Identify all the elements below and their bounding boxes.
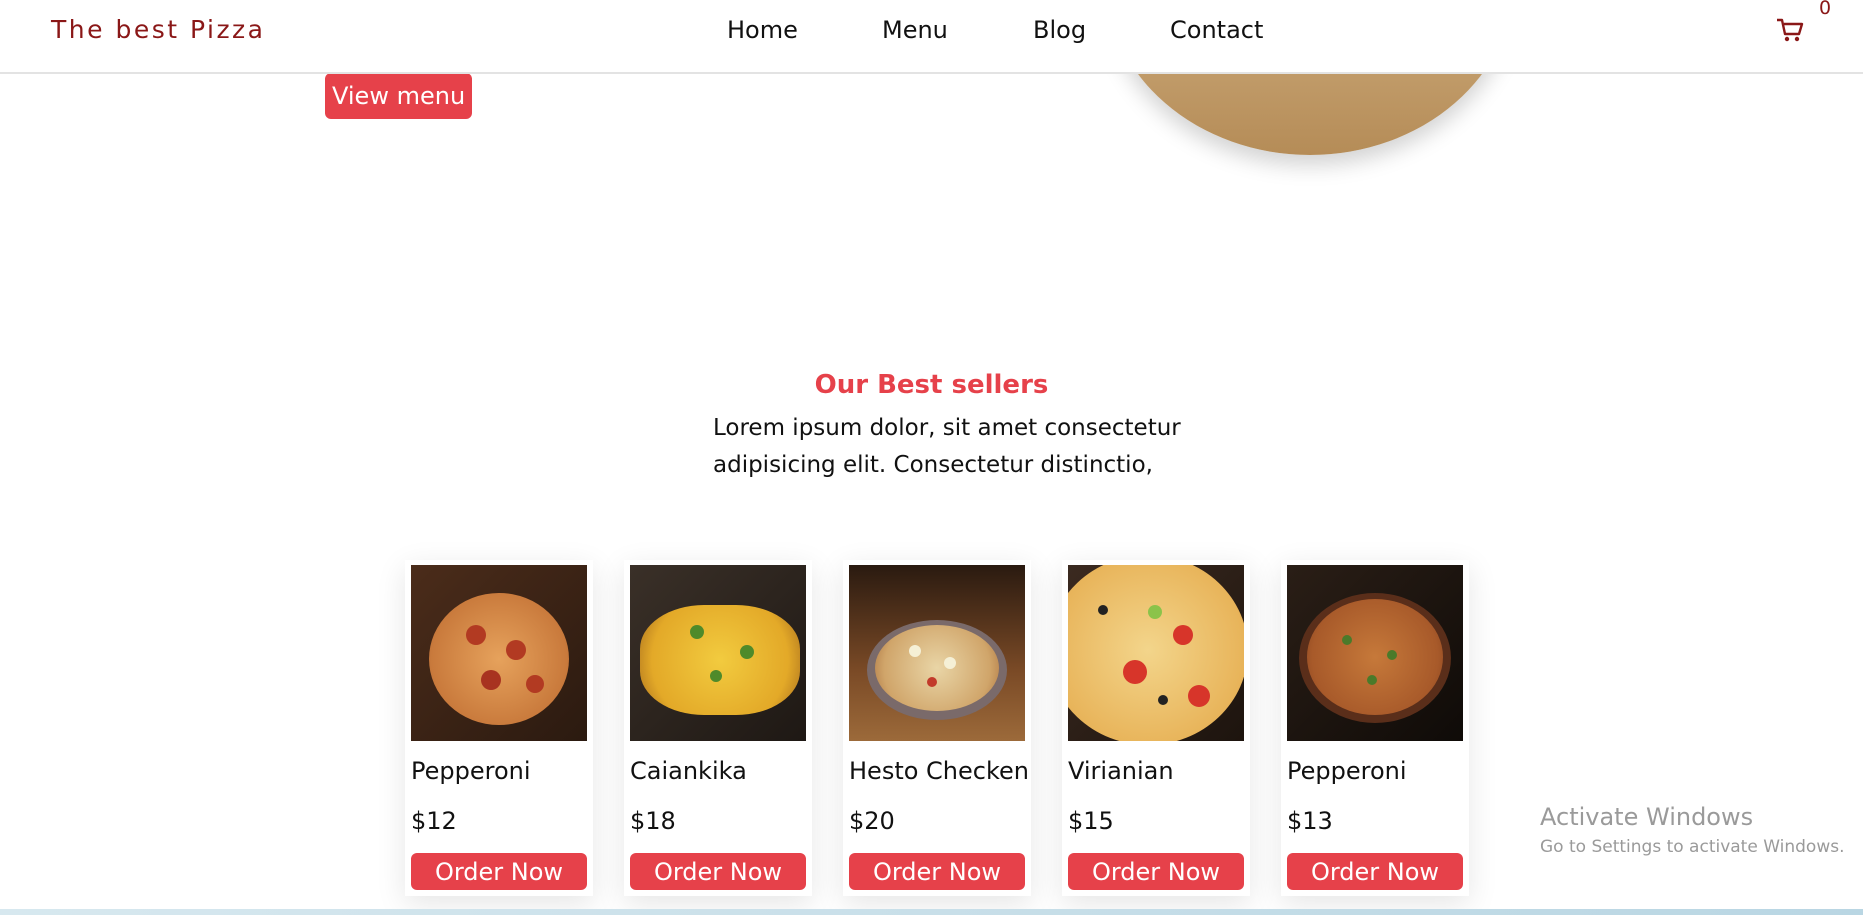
- order-now-button[interactable]: Order Now: [1068, 853, 1244, 890]
- product-price: $15: [1068, 807, 1114, 835]
- product-image: [630, 565, 806, 741]
- product-card-caiankika: Caiankika $18 Order Now: [624, 560, 812, 896]
- view-menu-button[interactable]: View menu: [325, 73, 473, 119]
- site-header: The best Pizza Home Menu Blog Contact 0: [0, 0, 1863, 74]
- product-name: Pepperoni: [1287, 757, 1407, 785]
- description-line-1: Lorem ipsum dolor, sit amet consectetur: [713, 415, 1181, 441]
- order-now-button[interactable]: Order Now: [411, 853, 587, 890]
- nav-menu[interactable]: Menu: [882, 16, 948, 44]
- nav-home[interactable]: Home: [727, 16, 798, 44]
- taskbar-edge: [0, 909, 1863, 915]
- brand-logo[interactable]: The best Pizza: [51, 15, 266, 44]
- product-price: $18: [630, 807, 676, 835]
- order-now-button[interactable]: Order Now: [1287, 853, 1463, 890]
- product-card-hesto-checken: Hesto Checken $20 Order Now: [843, 560, 1031, 896]
- product-card-pepperoni-2: Pepperoni $13 Order Now: [1281, 560, 1469, 896]
- nav-contact[interactable]: Contact: [1170, 16, 1263, 44]
- product-price: $13: [1287, 807, 1333, 835]
- product-name: Pepperoni: [411, 757, 531, 785]
- description-line-2: adipisicing elit. Consectetur distinctio…: [713, 452, 1153, 478]
- product-image: [849, 565, 1025, 741]
- product-name: Caiankika: [630, 757, 747, 785]
- product-image: [1287, 565, 1463, 741]
- cart-icon[interactable]: [1775, 16, 1805, 44]
- product-card-pepperoni: Pepperoni $12 Order Now: [405, 560, 593, 896]
- cart-count-badge: 0: [1819, 0, 1832, 19]
- product-name: Hesto Checken: [849, 757, 1029, 785]
- best-sellers-description: Lorem ipsum dolor, sit amet consectetur …: [713, 410, 1233, 484]
- product-image: [411, 565, 587, 741]
- activate-windows-subtitle: Go to Settings to activate Windows.: [1540, 837, 1845, 857]
- product-card-virianian: Virianian $15 Order Now: [1062, 560, 1250, 896]
- product-price: $20: [849, 807, 895, 835]
- product-price: $12: [411, 807, 457, 835]
- order-now-button[interactable]: Order Now: [630, 853, 806, 890]
- product-image: [1068, 565, 1244, 741]
- nav-blog[interactable]: Blog: [1033, 16, 1086, 44]
- order-now-button[interactable]: Order Now: [849, 853, 1025, 890]
- activate-windows-title: Activate Windows: [1540, 803, 1754, 831]
- best-sellers-title: Our Best sellers: [814, 370, 1049, 400]
- product-name: Virianian: [1068, 757, 1174, 785]
